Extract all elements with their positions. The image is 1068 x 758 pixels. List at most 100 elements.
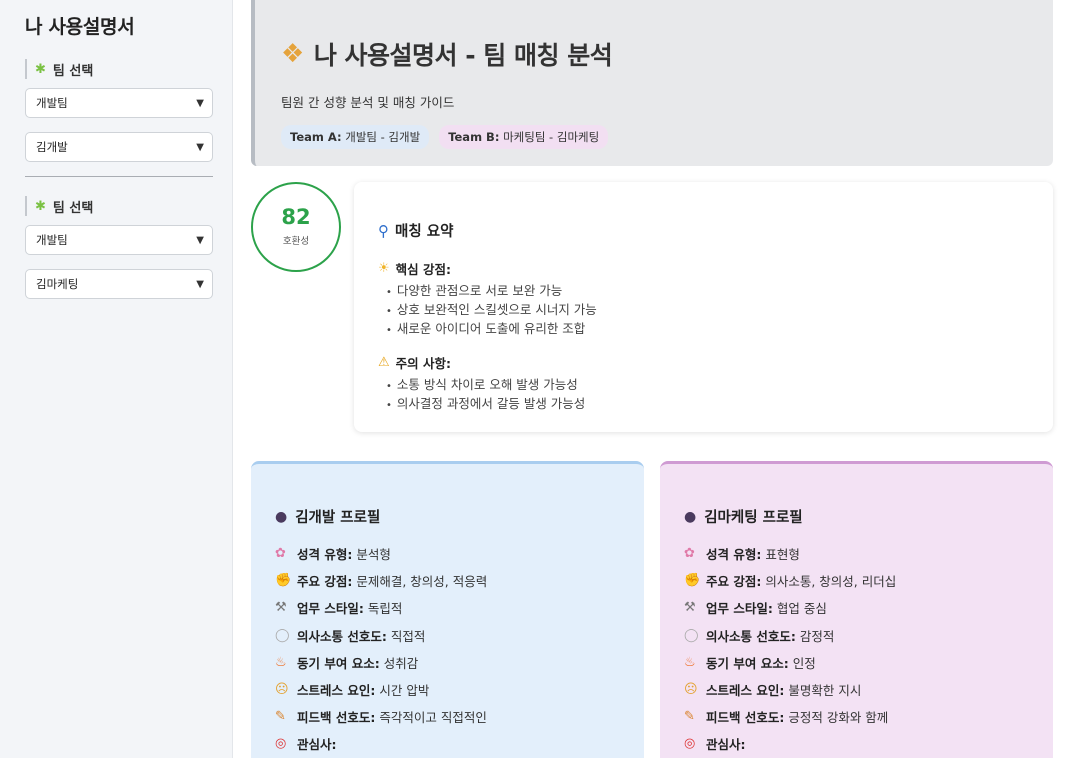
page-subtitle: 팀원 간 성향 분석 및 매칭 가이드 (281, 95, 455, 110)
profile-value: 감정적 (799, 628, 835, 644)
muscle-icon: ✊ (684, 573, 701, 589)
profile-value: 시간 압박 (379, 683, 430, 699)
profile-row: ◯ 의사소통 선호도: 직접적 (275, 622, 644, 649)
target-icon: ◎ (684, 736, 696, 752)
profile-value: 즉각적이고 직접적인 (379, 710, 487, 726)
profile-row: ☹ 스트레스 요인: 시간 압박 (275, 676, 644, 703)
profile-key: 의사소통 선호도: (297, 628, 387, 644)
team-b-badge-value: 마케팅팀 - 김마케팅 (503, 130, 600, 144)
profile-key: 피드백 선호도: (297, 710, 376, 726)
strengths-list: 다양한 관점으로 서로 보완 가능 상호 보완적인 스킬셋으로 시너지 가능 새… (378, 282, 1053, 339)
profile-title-text: 김개발 프로필 (295, 510, 381, 526)
tools-icon: ⚒ (275, 600, 287, 616)
profile-value: 불명확한 지시 (788, 683, 862, 699)
profile-row: ⚒ 업무 스타일: 협업 중심 (684, 594, 1053, 621)
profile-value: 긍정적 강화와 함께 (788, 710, 889, 726)
team-a-team-value: 개발팀 (36, 96, 68, 110)
team-a-member-select[interactable]: 김개발 ▼ (25, 132, 213, 162)
profile-key: 피드백 선호도: (706, 710, 785, 726)
summary-title: ⚲ 매칭 요약 (378, 220, 1053, 241)
profile-key: 의사소통 선호도: (706, 628, 796, 644)
team-b-section-header: ✱ 팀 선택 (25, 196, 212, 216)
team-a-badge-label: Team A: (290, 130, 342, 144)
person-icon: ● (684, 508, 697, 525)
list-item: 다양한 관점으로 서로 보완 가능 (378, 282, 1053, 301)
profile-row: ✎ 피드백 선호도: 즉각적이고 직접적인 (275, 703, 644, 730)
header-card: ❖ 나 사용설명서 - 팀 매칭 분석 팀원 간 성향 분석 및 매칭 가이드 … (251, 0, 1053, 166)
page-title: ❖ 나 사용설명서 - 팀 매칭 분석 (281, 36, 1053, 72)
profile-row: ✿ 성격 유형: 분석형 (275, 540, 644, 567)
profile-row: ☹ 스트레스 요인: 불명확한 지시 (684, 676, 1053, 703)
profile-row: ✊ 주요 강점: 문제해결, 창의성, 적응력 (275, 567, 644, 594)
brain-icon: ✿ (275, 546, 286, 562)
profile-row: ◎ 관심사: (684, 730, 1053, 757)
cautions-list: 소통 방식 차이로 오해 발생 가능성 의사결정 과정에서 갈등 발생 가능성 (378, 376, 1053, 414)
person-icon: ● (275, 508, 288, 525)
team-a-team-select[interactable]: 개발팀 ▼ (25, 88, 213, 118)
profile-key: 주요 강점: (706, 574, 762, 590)
team-a-section-label: 팀 선택 (52, 63, 94, 79)
team-b-team-value: 개발팀 (36, 233, 68, 247)
profile-key: 스트레스 요인: (706, 683, 785, 699)
profile-value: 문제해결, 창의성, 적응력 (356, 574, 488, 590)
chevron-down-icon: ▼ (196, 141, 204, 153)
sidebar-divider (25, 176, 213, 177)
team-b-member-select[interactable]: 김마케팅 ▼ (25, 269, 213, 299)
compatibility-score: 82 호환성 (251, 182, 341, 272)
team-b-section-label: 팀 선택 (52, 200, 94, 216)
profile-title: ● 김개발 프로필 (275, 506, 644, 527)
profile-card-b: ● 김마케팅 프로필 ✿ 성격 유형: 표현형 ✊ 주요 강점: 의사소통, 창의성, … (660, 461, 1053, 758)
profile-row: ✿ 성격 유형: 표현형 (684, 540, 1053, 567)
profile-row: ✊ 주요 강점: 의사소통, 창의성, 리더십 (684, 567, 1053, 594)
profile-title-text: 김마케팅 프로필 (704, 510, 803, 526)
profile-value: 직접적 (390, 628, 426, 644)
profile-value: 표현형 (765, 547, 800, 563)
fire-icon: ♨ (275, 654, 287, 670)
profile-row: ◯ 의사소통 선호도: 감정적 (684, 622, 1053, 649)
team-b-badge: Team B: 마케팅팀 - 김마케팅 (439, 125, 609, 149)
fire-icon: ♨ (684, 654, 696, 670)
profile-value: 의사소통, 창의성, 리더십 (765, 574, 897, 590)
memo-icon: ✎ (275, 709, 286, 725)
chevron-down-icon: ▼ (196, 97, 204, 109)
score-label: 호환성 (282, 236, 310, 247)
profile-key: 관심사: (706, 737, 746, 753)
profile-row: ♨ 동기 부여 요소: 인정 (684, 649, 1053, 676)
profile-key: 동기 부여 요소: (297, 655, 380, 671)
team-a-member-value: 김개발 (36, 140, 68, 154)
team-a-badge-value: 개발팀 - 김개발 (345, 130, 421, 144)
speech-bubble-icon: ◯ (684, 627, 699, 643)
summary-title-text: 매칭 요약 (395, 224, 454, 240)
page-title-text: 나 사용설명서 - 팀 매칭 분석 (313, 41, 613, 70)
list-item: 상호 보완적인 스킬셋으로 시너지 가능 (378, 301, 1053, 320)
strengths-heading: ☀ 핵심 강점: (378, 259, 1053, 278)
team-b-team-select[interactable]: 개발팀 ▼ (25, 225, 213, 255)
chevron-down-icon: ▼ (196, 278, 204, 290)
profile-key: 업무 스타일: (297, 601, 364, 617)
profile-value: 인정 (792, 655, 816, 671)
handshake-icon: ❖ (281, 39, 304, 69)
score-value: 82 (281, 205, 311, 229)
team-b-badge-label: Team B: (448, 130, 500, 144)
team-a-section-header: ✱ 팀 선택 (25, 59, 212, 79)
team-a-badge: Team A: 개발팀 - 김개발 (281, 125, 430, 149)
cautions-heading-text: 주의 사항: (395, 356, 452, 371)
speech-bubble-icon: ◯ (275, 627, 290, 643)
profile-row: ♨ 동기 부여 요소: 성취감 (275, 649, 644, 676)
chevron-down-icon: ▼ (196, 234, 204, 246)
profile-value: 분석형 (356, 547, 391, 563)
profile-value: 협업 중심 (776, 601, 827, 617)
profile-value: 독립적 (367, 601, 403, 617)
profile-key: 성격 유형: (297, 547, 353, 563)
brain-icon: ✿ (684, 546, 695, 562)
list-item: 소통 방식 차이로 오해 발생 가능성 (378, 376, 1053, 395)
memo-icon: ✎ (684, 709, 695, 725)
profile-title: ● 김마케팅 프로필 (684, 506, 1053, 527)
tools-icon: ⚒ (684, 600, 696, 616)
team-b-member-value: 김마케팅 (36, 277, 79, 291)
sun-icon: ☀ (378, 261, 390, 276)
stressed-face-icon: ☹ (684, 682, 698, 698)
profile-key: 관심사: (297, 737, 337, 753)
profile-key: 성격 유형: (706, 547, 762, 563)
profile-row: ◎ 관심사: (275, 730, 644, 757)
